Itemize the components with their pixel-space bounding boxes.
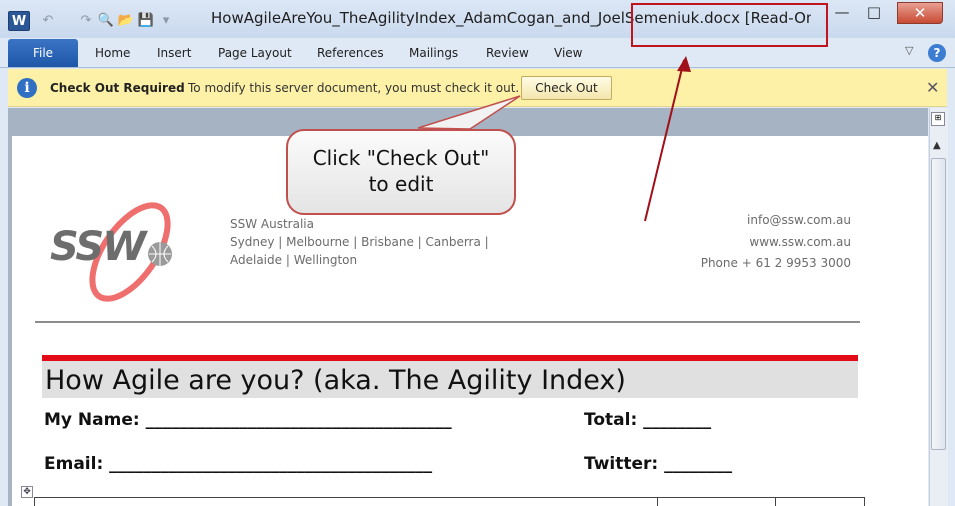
cities-line-2: Adelaide | Wellington <box>230 253 358 267</box>
customize-qat-icon[interactable]: ▾ <box>156 11 176 31</box>
message-bar: i Check Out Required To modify this serv… <box>8 69 947 107</box>
email-field[interactable]: Email: _________________________________… <box>44 454 432 474</box>
name-field[interactable]: My Name: _______________________________… <box>44 410 452 430</box>
read-only-highlight-box <box>631 3 828 47</box>
print-preview-icon[interactable]: 🔍 <box>96 11 116 31</box>
undo-icon[interactable]: ↶ <box>38 11 58 31</box>
check-out-callout: Click "Check Out" to edit <box>286 129 516 215</box>
quick-access-toolbar: ↶ ↷ 🔍 📂 💾 ▾ <box>38 11 176 31</box>
tab-insert[interactable]: Insert <box>157 46 191 60</box>
callout-line-2: to edit <box>368 172 434 196</box>
scroll-thumb[interactable] <box>931 158 946 450</box>
scroll-up-icon[interactable]: ▲ <box>933 140 941 151</box>
close-button[interactable]: ✕ <box>897 2 943 24</box>
minimize-ribbon-icon[interactable]: ▽ <box>905 44 913 57</box>
close-message-bar-icon[interactable]: ✕ <box>926 78 939 97</box>
tab-page-layout[interactable]: Page Layout <box>218 46 292 60</box>
total-field[interactable]: Total: ________ <box>584 410 711 430</box>
tab-file[interactable]: File <box>8 39 78 67</box>
tab-references[interactable]: References <box>317 46 384 60</box>
callout-line-1: Click "Check Out" <box>312 146 490 170</box>
word-app-icon[interactable]: W <box>8 11 30 31</box>
contact-web: www.ssw.com.au <box>749 235 851 249</box>
header-divider <box>35 321 860 323</box>
help-icon[interactable]: ? <box>928 44 946 62</box>
table-column-divider <box>657 497 658 506</box>
table-move-handle-icon[interactable]: ✥ <box>21 486 33 498</box>
score-table <box>34 497 865 506</box>
minimize-button[interactable]: — <box>830 2 854 24</box>
check-out-button[interactable]: Check Out <box>521 76 612 100</box>
ruler-toggle-icon[interactable]: ⊞ <box>931 112 945 126</box>
ssw-logo: SSW <box>50 224 146 270</box>
tab-home[interactable]: Home <box>95 46 130 60</box>
document-title: How Agile are you? (aka. The Agility Ind… <box>42 361 858 398</box>
redo-icon[interactable]: ↷ <box>76 11 96 31</box>
open-icon[interactable]: 📂 <box>116 11 136 31</box>
contact-phone: Phone + 61 2 9953 3000 <box>700 256 851 270</box>
company-name: SSW Australia <box>230 217 314 231</box>
cities-line-1: Sydney | Melbourne | Brisbane | Canberra… <box>230 235 489 249</box>
maximize-button[interactable]: □ <box>862 2 886 24</box>
info-icon: i <box>17 78 37 98</box>
contact-email: info@ssw.com.au <box>747 213 851 227</box>
table-column-divider <box>775 497 776 506</box>
save-icon[interactable]: 💾 <box>136 11 156 31</box>
tab-mailings[interactable]: Mailings <box>409 46 458 60</box>
message-bar-title: Check Out Required <box>50 81 185 95</box>
tab-review[interactable]: Review <box>486 46 529 60</box>
tab-view[interactable]: View <box>554 46 582 60</box>
twitter-field[interactable]: Twitter: ________ <box>584 454 732 474</box>
message-bar-text: To modify this server document, you must… <box>188 81 520 95</box>
